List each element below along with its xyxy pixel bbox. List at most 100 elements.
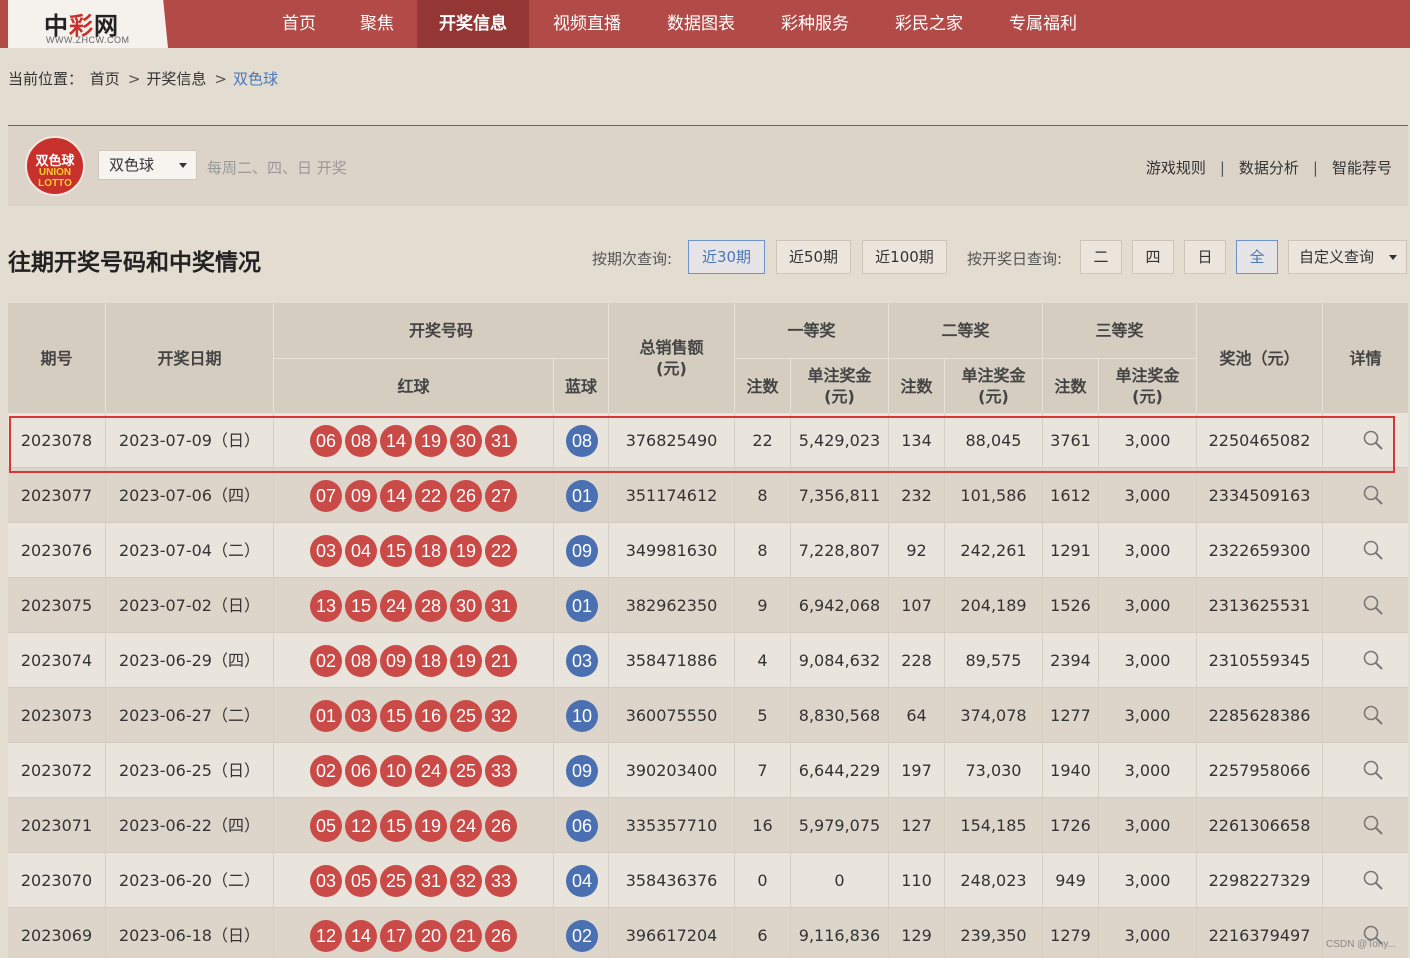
lottery-type-value: 双色球	[109, 156, 155, 174]
col-second-amount: 单注奖金 (元)	[945, 359, 1043, 413]
smart-pick-link[interactable]: 智能荐号	[1332, 159, 1392, 177]
search-icon[interactable]	[1362, 539, 1384, 561]
first-count-cell: 8	[735, 523, 791, 578]
breadcrumb-draw-info[interactable]: 开奖信息	[146, 70, 206, 88]
pool-cell: 2261306658	[1197, 798, 1323, 853]
lottery-header: 双色球 UNION LOTTO 双色球 每周二、四、日 开奖 游戏规则 | 数据分析…	[8, 125, 1408, 206]
second-count-cell: 127	[889, 798, 945, 853]
red-ball: 33	[485, 865, 517, 897]
game-rules-link[interactable]: 游戏规则	[1146, 159, 1206, 177]
first-count-cell: 16	[735, 798, 791, 853]
search-icon[interactable]	[1362, 814, 1384, 836]
chevron-down-icon	[179, 163, 187, 168]
first-amount-cell: 9,116,836	[791, 908, 889, 958]
red-ball: 18	[415, 645, 447, 677]
col-first-amount: 单注奖金 (元)	[791, 359, 889, 413]
lottery-type-select[interactable]: 双色球	[98, 150, 197, 180]
search-icon[interactable]	[1362, 704, 1384, 726]
issue-cell: 2023076	[8, 523, 106, 578]
red-ball: 14	[345, 920, 377, 952]
nav-item-1[interactable]: 聚焦	[353, 0, 401, 48]
col-sales: 总销售额 (元)	[609, 303, 735, 413]
red-ball: 25	[450, 755, 482, 787]
section-title: 往期开奖号码和中奖情况	[8, 250, 261, 276]
day-sun-button[interactable]: 日	[1184, 240, 1226, 274]
first-count-cell: 22	[735, 413, 791, 468]
red-ball: 30	[450, 590, 482, 622]
link-sep: |	[1219, 159, 1225, 177]
search-icon[interactable]	[1362, 649, 1384, 671]
table-row: 2023078 2023-07-09（日） 06 08 14 19 30 31 08 376825…	[8, 413, 1408, 468]
nav-item-6[interactable]: 彩民之家	[881, 0, 977, 48]
red-ball: 03	[310, 865, 342, 897]
col-issue: 期号	[8, 303, 106, 413]
table-row: 2023076 2023-07-04（二） 03 04 15 18 19 22 09 349981…	[8, 523, 1408, 578]
union-lotto-logo: 双色球 UNION LOTTO	[25, 136, 85, 196]
custom-query-label: 自定义查询	[1299, 248, 1375, 266]
table-row: 2023069 2023-06-18（日） 12 14 17 20 21 26 02 396617…	[8, 908, 1408, 958]
day-thu-button[interactable]: 四	[1132, 240, 1174, 274]
logo-domain: WWW.ZHCW.COM	[46, 35, 130, 45]
third-count-cell: 3761	[1043, 413, 1099, 468]
nav-item-2[interactable]: 开奖信息	[417, 0, 529, 48]
day-tue-button[interactable]: 二	[1080, 240, 1122, 274]
date-cell: 2023-07-04（二）	[106, 523, 274, 578]
detail-cell	[1323, 743, 1408, 798]
second-amount-cell: 374,078	[945, 688, 1043, 743]
red-ball: 20	[415, 920, 447, 952]
blue-ball-cell: 01	[554, 578, 609, 633]
second-amount-cell: 204,189	[945, 578, 1043, 633]
col-red: 红球	[274, 359, 554, 413]
red-ball: 12	[310, 920, 342, 952]
issue-cell: 2023070	[8, 853, 106, 908]
blue-ball: 01	[566, 480, 598, 512]
third-amount-cell: 3,000	[1099, 908, 1197, 958]
table-header: 期号 开奖日期 开奖号码 红球 蓝球 总销售额 (元) 一等奖 注数 单注奖金 …	[8, 303, 1408, 413]
red-balls-cell: 03 05 25 31 32 33	[274, 853, 554, 908]
second-count-cell: 110	[889, 853, 945, 908]
search-icon[interactable]	[1362, 594, 1384, 616]
red-balls-cell: 06 08 14 19 30 31	[274, 413, 554, 468]
breadcrumb-current[interactable]: 双色球	[233, 70, 278, 88]
search-icon[interactable]	[1362, 869, 1384, 891]
search-icon[interactable]	[1362, 759, 1384, 781]
nav-item-7[interactable]: 专属福利	[995, 0, 1091, 48]
pool-cell: 2285628386	[1197, 688, 1323, 743]
search-icon[interactable]	[1362, 484, 1384, 506]
third-count-cell: 1726	[1043, 798, 1099, 853]
period-50-button[interactable]: 近50期	[776, 240, 851, 274]
first-count-cell: 9	[735, 578, 791, 633]
red-ball: 15	[380, 535, 412, 567]
red-ball: 31	[415, 865, 447, 897]
period-100-button[interactable]: 近100期	[862, 240, 947, 274]
red-ball: 15	[345, 590, 377, 622]
sales-cell: 396617204	[609, 908, 735, 958]
detail-cell	[1323, 523, 1408, 578]
nav-item-0[interactable]: 首页	[278, 0, 320, 48]
second-count-cell: 232	[889, 468, 945, 523]
red-ball: 17	[380, 920, 412, 952]
issue-cell: 2023073	[8, 688, 106, 743]
nav-item-3[interactable]: 视频直播	[539, 0, 635, 48]
breadcrumb-home[interactable]: 首页	[90, 70, 120, 88]
detail-cell	[1323, 688, 1408, 743]
table-row: 2023075 2023-07-02（日） 13 15 24 28 30 31 01 382962…	[8, 578, 1408, 633]
second-count-cell: 64	[889, 688, 945, 743]
second-count-cell: 92	[889, 523, 945, 578]
red-ball: 06	[345, 755, 377, 787]
nav-item-4[interactable]: 数据图表	[653, 0, 749, 48]
third-count-cell: 1940	[1043, 743, 1099, 798]
third-amount-cell: 3,000	[1099, 413, 1197, 468]
custom-query-select[interactable]: 自定义查询	[1288, 240, 1407, 274]
red-ball: 19	[415, 425, 447, 457]
data-analysis-link[interactable]: 数据分析	[1239, 159, 1299, 177]
table-row: 2023073 2023-06-27（二） 01 03 15 16 25 32 10 360075…	[8, 688, 1408, 743]
nav-item-5[interactable]: 彩种服务	[767, 0, 863, 48]
search-icon[interactable]	[1362, 429, 1384, 451]
day-all-button[interactable]: 全	[1236, 240, 1278, 274]
period-30-button[interactable]: 近30期	[688, 240, 765, 274]
third-amount-cell: 3,000	[1099, 578, 1197, 633]
site-logo[interactable]: 中彩网 WWW.ZHCW.COM	[8, 0, 168, 48]
table-row: 2023072 2023-06-25（日） 02 06 10 24 25 33 09 390203…	[8, 743, 1408, 798]
red-ball: 25	[380, 865, 412, 897]
